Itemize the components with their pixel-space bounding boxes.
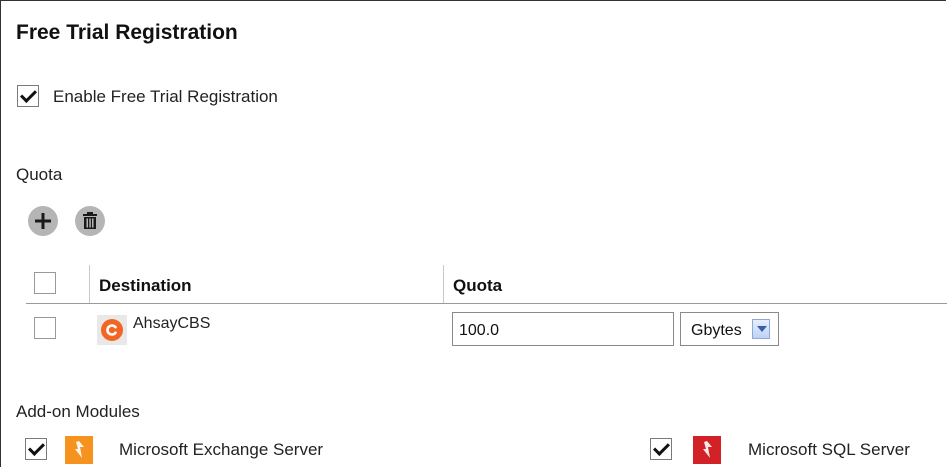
column-separator <box>89 265 90 303</box>
delete-quota-button[interactable] <box>75 206 105 236</box>
enable-trial-label: Enable Free Trial Registration <box>53 87 278 106</box>
row-select-checkbox[interactable] <box>34 317 56 339</box>
quota-unit-value: Gbytes <box>691 322 742 339</box>
exchange-label: Microsoft Exchange Server <box>119 440 324 459</box>
exchange-icon <box>65 436 93 464</box>
destination-name: AhsayCBS <box>133 315 211 332</box>
plus-icon <box>35 213 51 229</box>
select-all-checkbox[interactable] <box>34 272 56 294</box>
quota-unit-select[interactable]: Gbytes <box>680 312 779 346</box>
sql-server-icon <box>693 436 721 464</box>
sql-server-label: Microsoft SQL Server <box>748 440 910 459</box>
column-separator <box>443 265 444 303</box>
addon-modules-label: Add-on Modules <box>16 402 140 421</box>
panel-frame <box>0 0 946 467</box>
add-quota-button[interactable] <box>28 206 58 236</box>
table-header-divider <box>26 303 947 304</box>
ahsay-logo-icon <box>97 315 127 345</box>
quota-column-header[interactable]: Quota <box>453 276 502 296</box>
exchange-checkbox[interactable] <box>25 438 47 460</box>
quota-value-input[interactable]: 100.0 <box>452 312 674 346</box>
page-title: Free Trial Registration <box>16 21 238 44</box>
chevron-down-icon[interactable] <box>752 319 770 339</box>
sql-server-checkbox[interactable] <box>650 438 672 460</box>
enable-trial-checkbox[interactable] <box>17 85 39 107</box>
quota-section-label: Quota <box>16 165 63 184</box>
trash-icon <box>83 212 97 229</box>
destination-column-header[interactable]: Destination <box>99 276 192 296</box>
